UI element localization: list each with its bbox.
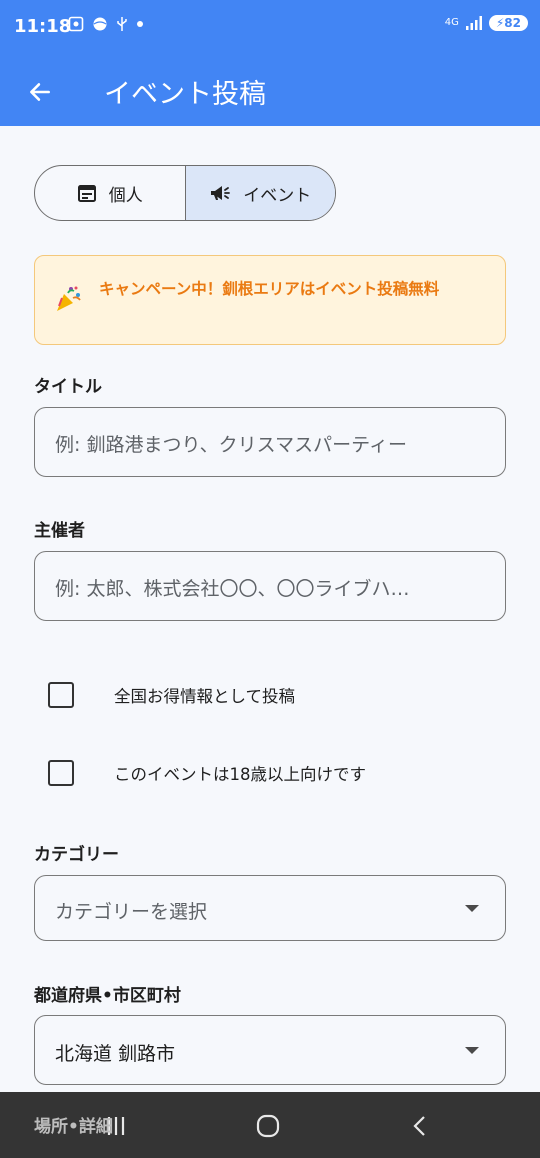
arrow-left-icon [30, 83, 50, 101]
screenshot-icon [68, 16, 84, 32]
segment-event[interactable]: イベント [184, 166, 335, 220]
network-type: 4G [444, 17, 459, 28]
campaign-banner: キャンペーン中！釧根エリアはイベント投稿無料 [34, 255, 506, 345]
region-select[interactable]: 北海道 釧路市 [34, 1015, 506, 1085]
app-bar: イベント投稿 [0, 56, 540, 126]
page-title: イベント投稿 [104, 79, 266, 110]
adult-only-checkbox-row[interactable]: このイベントは18歳以上向けです [48, 760, 366, 786]
chevron-left-icon [413, 1116, 425, 1136]
status-icons-left [68, 16, 144, 32]
megaphone-icon [211, 186, 231, 200]
nationwide-deal-label: 全国お得情報として投稿 [114, 687, 296, 706]
organizer-input[interactable]: 例: 太郎、株式会社〇〇、〇〇ライブハ… [34, 551, 506, 621]
title-label: タイトル [34, 377, 102, 397]
dropdown-arrow-icon [465, 1047, 479, 1054]
segment-event-label: イベント [243, 185, 312, 206]
signal-icon [465, 16, 482, 30]
calendar-icon [77, 185, 96, 202]
campaign-text: キャンペーン中！釧根エリアはイベント投稿無料 [99, 280, 440, 298]
category-select[interactable]: カテゴリーを選択 [34, 875, 506, 941]
adult-only-checkbox[interactable] [48, 760, 74, 786]
status-time: 11:18 [14, 16, 72, 37]
segment-personal-label: 個人 [108, 185, 143, 206]
home-button[interactable] [248, 1106, 288, 1146]
organizer-label: 主催者 [34, 521, 85, 541]
segment-personal[interactable]: 個人 [35, 166, 185, 220]
party-popper-icon [57, 286, 81, 311]
battery-level: 82 [504, 16, 521, 30]
region-label: 都道府県•市区町村 [34, 986, 181, 1006]
back-button[interactable] [20, 72, 60, 112]
usb-icon [117, 17, 127, 31]
battery-indicator: ⚡82 [488, 15, 528, 31]
nationwide-deal-checkbox-row[interactable]: 全国お得情報として投稿 [48, 682, 295, 708]
dropdown-arrow-icon [465, 905, 479, 912]
organizer-placeholder: 例: 太郎、株式会社〇〇、〇〇ライブハ… [55, 578, 410, 600]
category-label: カテゴリー [34, 845, 119, 865]
title-placeholder: 例: 釧路港まつり、クリスマスパーティー [55, 434, 407, 456]
home-icon [256, 1114, 280, 1138]
title-input[interactable]: 例: 釧路港まつり、クリスマスパーティー [34, 407, 506, 477]
region-value: 北海道 釧路市 [55, 1043, 176, 1065]
category-placeholder: カテゴリーを選択 [55, 901, 208, 923]
post-type-toggle: 個人 イベント [34, 165, 336, 221]
status-icons-right: 4G ⚡82 [445, 15, 528, 31]
nationwide-deal-checkbox[interactable] [48, 682, 74, 708]
dot-icon [137, 21, 143, 27]
adult-only-label: このイベントは18歳以上向けです [114, 765, 366, 784]
system-back-button[interactable] [400, 1106, 440, 1146]
ball-icon [93, 17, 107, 31]
place-label: 場所•詳細 [34, 1117, 113, 1137]
status-bar: 11:18 4G ⚡82 [0, 0, 540, 56]
